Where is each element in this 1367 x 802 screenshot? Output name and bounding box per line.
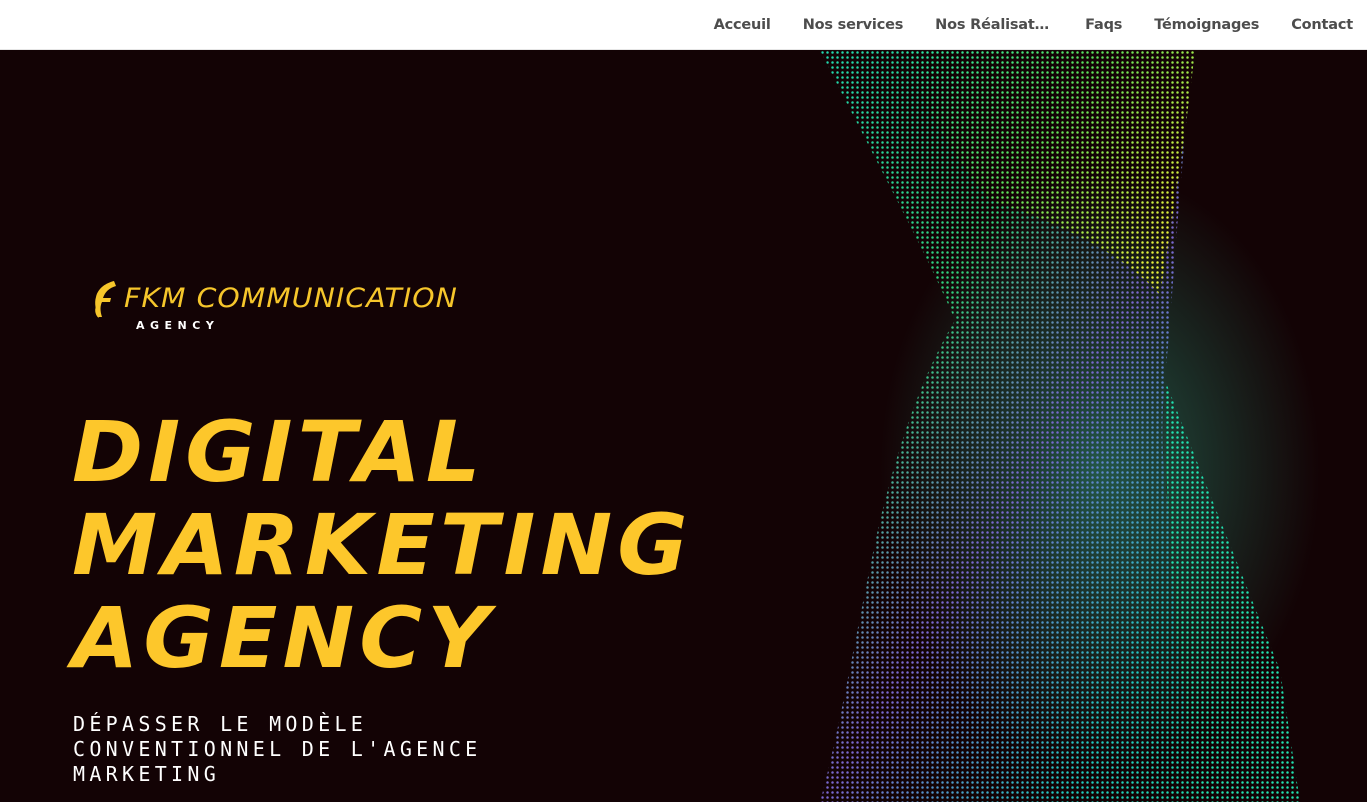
- headline-line-3: AGENCY: [72, 589, 495, 687]
- nav-link-contact[interactable]: Contact: [1291, 17, 1353, 33]
- nav-link-nos-realisations[interactable]: Nos Réalisations: [935, 17, 1053, 33]
- headline-line-1: DIGITAL: [72, 403, 486, 501]
- brand-logo[interactable]: FKM COMMUNICATION AGENCY: [92, 281, 472, 337]
- hero-headline: DIGITAL MARKETING AGENCY: [72, 406, 693, 685]
- main-nav: Acceuil Nos services Nos Réalisations Fa…: [682, 0, 1354, 50]
- nav-link-nos-services[interactable]: Nos services: [803, 17, 904, 33]
- top-navigation-bar: Acceuil Nos services Nos Réalisations Fa…: [0, 0, 1367, 50]
- nav-link-acceuil[interactable]: Acceuil: [714, 17, 771, 33]
- nav-link-faqs[interactable]: Faqs: [1085, 17, 1122, 33]
- flame-f-logo-icon: [95, 281, 116, 318]
- hero-section: FKM COMMUNICATION AGENCY DIGITAL MARKETI…: [0, 50, 1367, 802]
- hero-tagline: DÉPASSER LE MODÈLE CONVENTIONNEL DE L'AG…: [73, 712, 482, 786]
- brand-name: FKM COMMUNICATION: [124, 283, 458, 314]
- nav-link-temoignages[interactable]: Témoignages: [1154, 17, 1259, 33]
- headline-line-2: MARKETING: [72, 496, 693, 594]
- brand-subtitle: AGENCY: [136, 319, 220, 332]
